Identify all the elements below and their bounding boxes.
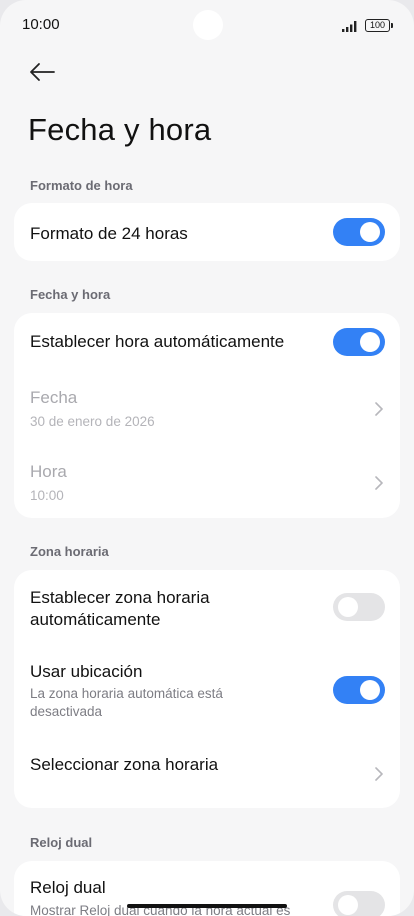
section-header-timezone: Zona horaria bbox=[30, 544, 109, 559]
row-use-location-sub-2: desactivada bbox=[30, 704, 103, 719]
row-time-label: Hora bbox=[30, 462, 67, 481]
toggle-24h-format[interactable] bbox=[333, 218, 385, 246]
toggle-knob bbox=[338, 597, 358, 617]
chevron-right-icon bbox=[375, 402, 383, 416]
signal-icon bbox=[342, 21, 357, 32]
section-header-date-time: Fecha y hora bbox=[30, 287, 111, 302]
chevron-right-icon bbox=[375, 476, 383, 490]
status-time: 10:00 bbox=[22, 16, 60, 33]
row-date-label: Fecha bbox=[30, 388, 78, 407]
row-time-value: 10:00 bbox=[30, 488, 64, 503]
row-auto-time[interactable]: Establecer hora automáticamente bbox=[14, 313, 400, 373]
toggle-knob bbox=[360, 222, 380, 242]
toggle-auto-timezone[interactable] bbox=[333, 593, 385, 621]
toggle-dual-clock[interactable] bbox=[333, 891, 385, 916]
row-use-location-sub-1: La zona horaria automática está bbox=[30, 686, 223, 701]
back-arrow-icon[interactable] bbox=[28, 60, 56, 84]
page-title: Fecha y hora bbox=[28, 112, 212, 147]
row-use-location-label: Usar ubicación bbox=[30, 662, 143, 681]
card-timezone: Establecer zona horaria automáticamente … bbox=[14, 570, 400, 808]
toggle-auto-time[interactable] bbox=[333, 328, 385, 356]
row-auto-time-label: Establecer hora automáticamente bbox=[30, 332, 285, 351]
row-auto-timezone-label-1: Establecer zona horaria bbox=[30, 588, 210, 607]
toggle-knob bbox=[338, 895, 358, 915]
toggle-use-location[interactable] bbox=[333, 676, 385, 704]
row-date[interactable]: Fecha 30 de enero de 2026 bbox=[14, 377, 400, 441]
card-time-format: Formato de 24 horas bbox=[14, 203, 400, 261]
status-bar: 10:00 100 bbox=[0, 0, 414, 52]
row-date-value: 30 de enero de 2026 bbox=[30, 414, 155, 429]
row-use-location[interactable]: Usar ubicación La zona horaria automátic… bbox=[14, 656, 400, 724]
row-auto-timezone[interactable]: Establecer zona horaria automáticamente bbox=[14, 570, 400, 646]
settings-screen: 10:00 100 Fecha y hora Formato de hora F… bbox=[0, 0, 414, 916]
battery-icon: 100 bbox=[365, 19, 393, 32]
row-24h-format[interactable]: Formato de 24 horas bbox=[14, 203, 400, 261]
gesture-navigation-bar[interactable] bbox=[127, 904, 287, 908]
toggle-knob bbox=[360, 680, 380, 700]
toggle-knob bbox=[360, 332, 380, 352]
card-date-time: Establecer hora automáticamente Fecha 30… bbox=[14, 313, 400, 518]
row-select-timezone[interactable]: Seleccionar zona horaria bbox=[14, 740, 400, 800]
row-auto-timezone-label-2: automáticamente bbox=[30, 610, 161, 629]
row-dual-clock-label: Reloj dual bbox=[30, 878, 106, 897]
chevron-right-icon bbox=[375, 767, 383, 781]
row-select-timezone-label: Seleccionar zona horaria bbox=[30, 755, 219, 774]
section-header-dual-clock: Reloj dual bbox=[30, 835, 93, 850]
row-24h-format-label: Formato de 24 horas bbox=[30, 224, 188, 243]
front-camera-cutout bbox=[193, 10, 223, 40]
row-time[interactable]: Hora 10:00 bbox=[14, 451, 400, 515]
section-header-time-format: Formato de hora bbox=[30, 178, 133, 193]
